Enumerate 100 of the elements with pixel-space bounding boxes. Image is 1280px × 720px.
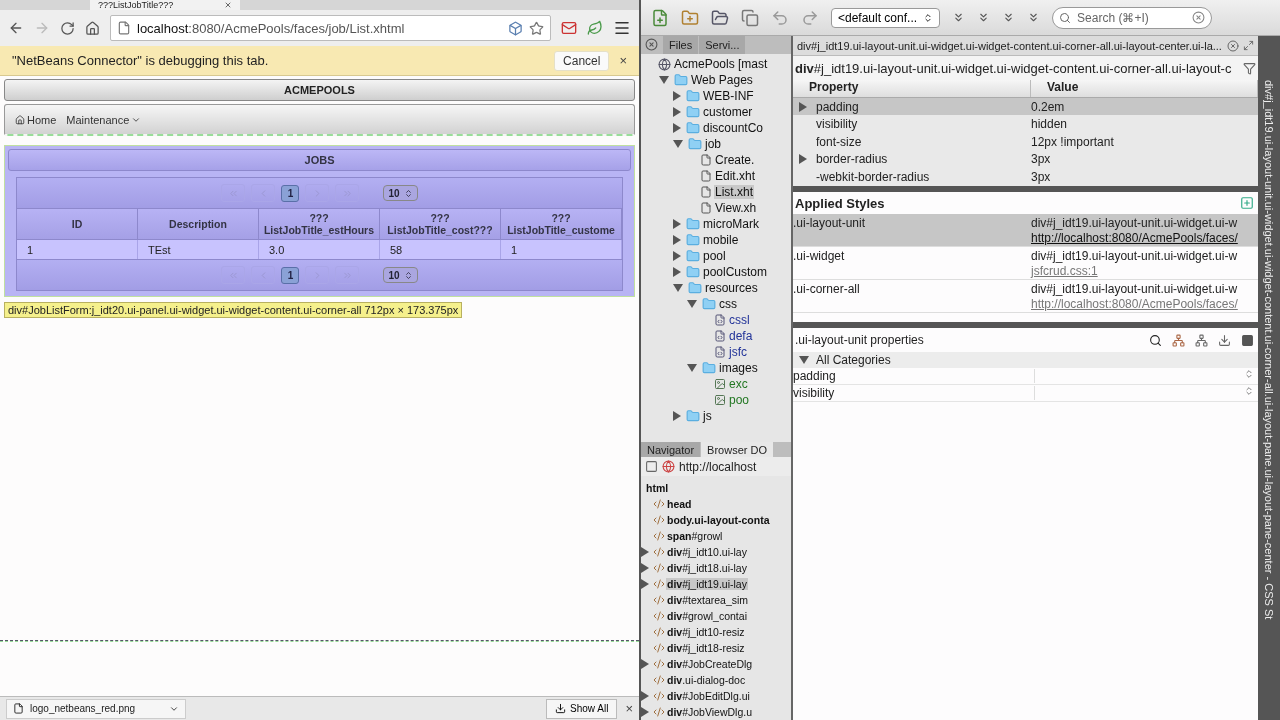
download-item[interactable]: logo_netbeans_red.png: [6, 698, 186, 719]
collapsed-arrow-icon[interactable]: [641, 579, 649, 589]
tree-item[interactable]: microMark: [702, 217, 760, 231]
column-header[interactable]: ID: [17, 209, 138, 239]
menu-item[interactable]: Maintenance: [66, 113, 142, 126]
collapsed-arrow-icon[interactable]: [641, 563, 649, 573]
rows-per-page-select[interactable]: 10: [383, 267, 418, 283]
source-link[interactable]: jsfcrud.css:1: [1031, 264, 1238, 278]
column-header[interactable]: ??? ListJobTitle_estHours: [259, 209, 380, 239]
stop-icon[interactable]: [1241, 333, 1254, 347]
configuration-select[interactable]: <default conf...: [831, 7, 941, 28]
new-file-icon[interactable]: [651, 8, 669, 27]
collapsed-arrow-icon[interactable]: [641, 707, 649, 717]
expanded-arrow-icon[interactable]: [799, 356, 809, 364]
leaf-icon[interactable]: [587, 20, 603, 36]
cube-icon[interactable]: [508, 20, 523, 36]
panel-tab[interactable]: Browser DO: [701, 442, 773, 458]
back-icon[interactable]: [8, 20, 24, 36]
browser-tab[interactable]: ???ListJobTitle???: [90, 0, 240, 10]
page-button[interactable]: 1: [281, 266, 300, 284]
open-folder-icon[interactable]: [711, 8, 729, 27]
column-header[interactable]: Description: [138, 209, 259, 239]
copy-icon[interactable]: [741, 8, 759, 27]
tree-item[interactable]: jsfc: [728, 345, 748, 359]
collapsed-arrow-icon[interactable]: [641, 547, 649, 557]
tree-item[interactable]: Create.: [714, 153, 756, 167]
menu-icon[interactable]: [613, 19, 631, 37]
show-all-button[interactable]: Show All: [546, 698, 618, 719]
close-icon[interactable]: [224, 1, 232, 9]
tree-item[interactable]: poolCustom: [702, 265, 769, 279]
tree-item[interactable]: css: [718, 297, 738, 311]
rule-selector[interactable]: .ui-corner-all: [793, 282, 1031, 312]
search-icon[interactable]: [1149, 333, 1162, 347]
star-icon[interactable]: [529, 20, 544, 36]
tree-item[interactable]: View.xh: [714, 201, 758, 215]
dom-node[interactable]: div#JobCreateDlg: [666, 658, 754, 670]
filter-icon[interactable]: [1243, 61, 1256, 75]
close-button[interactable]: ×: [619, 53, 627, 68]
tree-item[interactable]: AcmePools [mast: [673, 57, 769, 71]
rows-per-page-select[interactable]: 10: [383, 185, 418, 201]
maximize-icon[interactable]: [1243, 40, 1254, 51]
collapsed-arrow-icon[interactable]: [799, 101, 807, 112]
tree-item[interactable]: cssl: [728, 313, 751, 327]
dom-node[interactable]: div#j_idt18-resiz: [666, 642, 746, 654]
collapsed-arrow-icon[interactable]: [641, 659, 649, 669]
panel-tab[interactable]: Navigator: [641, 442, 701, 458]
tree-item[interactable]: mobile: [702, 233, 740, 247]
tree-item[interactable]: pool: [702, 249, 727, 263]
panel-tab[interactable]: Files: [663, 36, 699, 54]
tree-view-icon[interactable]: [1195, 333, 1208, 347]
collapsed-arrow-icon[interactable]: [799, 154, 807, 165]
dom-node[interactable]: div#j_idt19.ui-lay: [666, 578, 748, 590]
folder-icon: [688, 281, 702, 295]
dom-node[interactable]: body.ui-layout-conta: [666, 514, 771, 526]
reload-icon[interactable]: [60, 20, 75, 36]
search-input[interactable]: Search (⌘+I): [1075, 9, 1189, 26]
dom-node[interactable]: div#j_idt18.ui-lay: [666, 562, 748, 574]
search-field[interactable]: Search (⌘+I): [1052, 6, 1213, 29]
tree-item[interactable]: js: [702, 409, 713, 423]
dom-node[interactable]: div#textarea_sim: [666, 594, 750, 606]
rule-selector[interactable]: .ui-layout-unit: [793, 216, 1031, 246]
tree-item[interactable]: images: [718, 361, 759, 375]
dom-node[interactable]: div.ui-dialog-doc: [666, 674, 747, 686]
tree-item[interactable]: customer: [702, 105, 754, 119]
collapsed-arrow-icon[interactable]: [641, 691, 649, 701]
tree-item[interactable]: List.xht: [714, 185, 754, 199]
mail-icon[interactable]: [561, 20, 577, 36]
panel-tab[interactable]: Servi...: [699, 36, 746, 54]
source-link[interactable]: http://localhost:8080/AcmePools/faces/: [1031, 297, 1238, 311]
dom-node[interactable]: div#j_idt10.ui-lay: [666, 546, 748, 558]
editor-tab[interactable]: div#j_idt19.ui-layout-unit.ui-widget.ui-widget-content.ui-corner-all.ui-layout-center.ui-la...: [793, 36, 1258, 56]
tree-item[interactable]: poo: [728, 393, 751, 407]
tree-item[interactable]: defa: [728, 329, 754, 343]
dom-node[interactable]: div#JobEditDlg.ui: [666, 690, 751, 702]
new-folder-icon[interactable]: [681, 8, 699, 27]
menu-item[interactable]: Home: [15, 113, 57, 126]
cancel-button[interactable]: Cancel: [554, 50, 610, 71]
tree-item[interactable]: WEB-INF: [702, 89, 755, 103]
dom-node[interactable]: span#growl: [666, 530, 724, 542]
rule-selector[interactable]: .ui-widget: [793, 249, 1031, 279]
tree-item[interactable]: job: [704, 137, 722, 151]
dom-node[interactable]: div#growl_contai: [666, 610, 748, 622]
source-link[interactable]: http://localhost:8080/AcmePools/faces/: [1031, 231, 1238, 245]
tree-item[interactable]: Web Pages: [690, 73, 754, 87]
close-icon[interactable]: [1227, 39, 1239, 52]
tree-item[interactable]: exc: [728, 377, 749, 391]
dom-node[interactable]: div#JobViewDlg.u: [666, 706, 754, 718]
clear-icon[interactable]: [1192, 11, 1206, 24]
column-header[interactable]: ??? ListJobTitle_custome: [501, 209, 622, 239]
tree-item[interactable]: Edit.xht: [714, 169, 757, 183]
column-header[interactable]: ??? ListJobTitle_cost???: [380, 209, 501, 239]
dom-node[interactable]: head: [666, 498, 693, 510]
tree-item[interactable]: discountCo: [702, 121, 765, 135]
address-field[interactable]: localhost:8080/AcmePools/faces/job/List.xhtml: [110, 15, 551, 41]
dom-node[interactable]: html: [645, 482, 670, 494]
dom-node[interactable]: div#j_idt10-resiz: [666, 626, 746, 638]
close-button[interactable]: ×: [625, 701, 633, 716]
tree-item[interactable]: resources: [704, 281, 759, 295]
page-button[interactable]: 1: [281, 184, 300, 202]
home-icon[interactable]: [85, 20, 100, 36]
